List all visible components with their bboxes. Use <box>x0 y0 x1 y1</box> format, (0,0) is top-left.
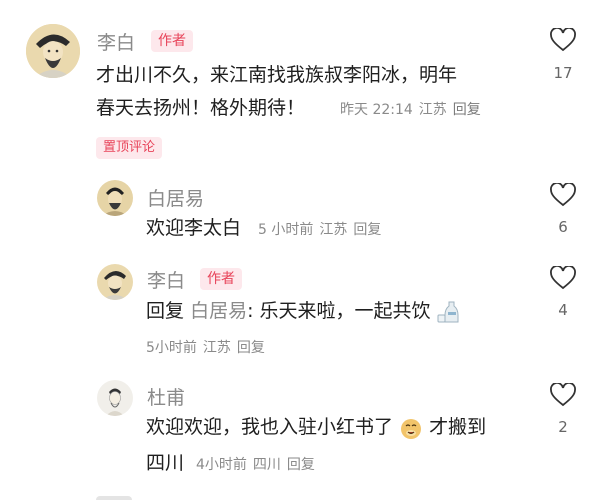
reply-to-user[interactable]: 白居易 <box>190 300 247 322</box>
heart-icon[interactable] <box>550 182 576 207</box>
author-badge: 作者 <box>151 30 193 52</box>
like-count: 6 <box>558 218 568 236</box>
like-button[interactable] <box>550 27 576 56</box>
like-count: 4 <box>558 301 568 319</box>
reply-time: 4小时前 <box>196 457 247 473</box>
reply-text-line-1: 欢迎欢迎，我也入驻小红书了 才搬到 <box>146 414 486 440</box>
reply-username[interactable]: 李白 <box>147 266 185 293</box>
sake-icon <box>437 301 459 322</box>
like-button[interactable] <box>550 382 576 411</box>
pinned-comment-badge: 置顶评论 <box>96 137 163 159</box>
comment-text-line-2: 春天去扬州！格外期待！ <box>96 97 306 119</box>
reply-username[interactable]: 杜甫 <box>147 383 185 410</box>
reply-location: 江苏 <box>202 340 231 356</box>
like-count: 17 <box>553 64 573 82</box>
like-button[interactable] <box>550 265 576 294</box>
comment-text-line-1: 才出川不久，来江南找我族叔李阳冰，明年 <box>96 64 458 86</box>
reply-location: 江苏 <box>319 222 348 238</box>
reply-text-line-2: 四川 <box>146 452 185 474</box>
reply-text: 欢迎李太白 <box>146 217 242 239</box>
comment-meta: 昨天 22:14 江苏 回复 <box>340 99 487 119</box>
libai-portrait-icon <box>97 264 133 300</box>
reply-text: 回复 白居易: 乐天来啦，一起共饮 <box>146 298 463 325</box>
reply-time: 5 小时前 <box>258 222 314 238</box>
reply-meta: 4小时前 四川 回复 <box>196 454 321 474</box>
next-comment-avatar-edge <box>96 496 132 500</box>
author-badge: 作者 <box>200 268 242 290</box>
reply-prefix: 回复 <box>146 300 185 322</box>
reply-text-part: 欢迎欢迎，我也入驻小红书了 <box>146 416 394 438</box>
reply-location: 四川 <box>252 457 281 473</box>
reply-username[interactable]: 白居易 <box>147 184 204 211</box>
avatar-libai[interactable] <box>97 264 133 300</box>
reply-text-part: 才搬到 <box>429 416 487 438</box>
reply-button[interactable]: 回复 <box>237 340 265 356</box>
comment-time: 昨天 22:14 <box>340 102 413 118</box>
like-button[interactable] <box>550 182 576 211</box>
comment-username[interactable]: 李白 <box>97 28 135 55</box>
reply-button[interactable]: 回复 <box>453 102 481 118</box>
reply-meta: 5 小时前 江苏 回复 <box>258 219 387 239</box>
reply-button[interactable]: 回复 <box>287 457 315 473</box>
heart-icon[interactable] <box>550 265 576 290</box>
baijuyi-portrait-icon <box>97 180 133 216</box>
reply-meta: 5小时前 江苏 回复 <box>146 337 271 357</box>
reply-button[interactable]: 回复 <box>353 222 381 238</box>
comment-location: 江苏 <box>418 102 447 118</box>
like-count: 2 <box>558 418 568 436</box>
avatar-baijuyi[interactable] <box>97 180 133 216</box>
heart-icon[interactable] <box>550 27 576 52</box>
heart-icon[interactable] <box>550 382 576 407</box>
reply-body: : 乐天来啦，一起共饮 <box>247 300 431 322</box>
libai-portrait-icon <box>26 24 80 78</box>
dufu-portrait-icon <box>97 380 133 416</box>
laughing-face-icon <box>401 418 422 439</box>
avatar-dufu[interactable] <box>97 380 133 416</box>
avatar-libai[interactable] <box>26 24 80 78</box>
reply-time: 5小时前 <box>146 340 197 356</box>
